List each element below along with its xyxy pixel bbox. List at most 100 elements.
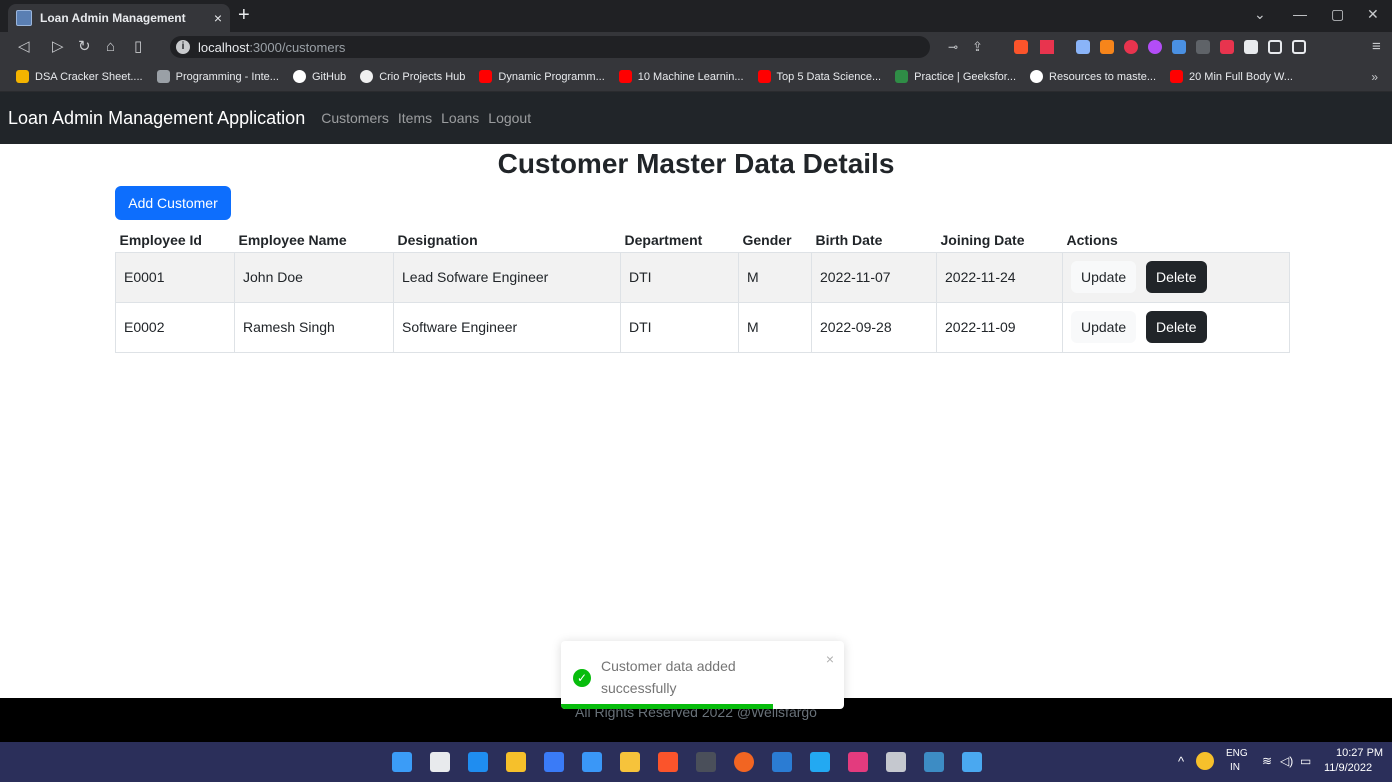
menu-icon[interactable]: ≡ [1372,38,1381,56]
key-icon[interactable]: ⊸ [948,38,958,56]
home-icon[interactable]: ⌂ [106,38,115,56]
brave-browser-icon[interactable] [658,752,678,772]
cell-department: DTI [620,301,739,353]
file-explorer-icon[interactable] [620,752,640,772]
reload-icon[interactable]: ↻ [78,38,91,56]
wifi-icon[interactable]: ≋ [1262,754,1272,768]
brave-rewards-icon[interactable] [1040,40,1054,54]
cell-gender: M [738,301,812,353]
bookmark-item[interactable]: 20 Min Full Body W... [1170,70,1293,83]
back-icon[interactable]: ◁ [18,38,30,56]
forward-icon[interactable]: ▷ [52,38,64,56]
bookmark-item[interactable]: Dynamic Programm... [479,70,605,83]
notepad-icon[interactable] [886,752,906,772]
language-top[interactable]: ENG [1226,748,1248,759]
bookmark-item[interactable]: Crio Projects Hub [360,70,465,83]
toast-progress-bar [561,704,774,709]
extension-audio-icon[interactable] [1172,40,1186,54]
bookmark-item[interactable]: Practice | Geeksfor... [895,70,1016,83]
tab-close-icon[interactable]: × [214,10,222,26]
snipping-icon[interactable] [924,752,944,772]
column-header: Joining Date [936,228,1063,253]
column-header: Department [620,228,739,253]
sidebar-icon[interactable] [1268,40,1282,54]
table-header-row: Employee Id Employee Name Designation De… [115,228,1290,253]
cell-employee-name: John Doe [234,251,394,303]
bookmark-item[interactable]: 10 Machine Learnin... [618,70,744,83]
success-check-icon: ✓ [573,669,591,687]
vscode-icon[interactable] [810,752,830,772]
cell-gender: M [738,251,812,303]
metamask-icon[interactable] [1100,40,1114,54]
success-toast[interactable]: ✓ Customer data added successfully × [561,641,844,709]
extension-copy-icon[interactable] [1196,40,1210,54]
site-info-icon[interactable]: i [176,40,190,54]
bookmark-item[interactable]: Programming - Inte... [156,70,279,83]
clock-date[interactable]: 11/9/2022 [1324,762,1372,774]
url-host: localhost [198,39,250,55]
bookmark-item[interactable]: Resources to maste... [1030,70,1156,83]
extension-camera-icon[interactable] [1076,40,1090,54]
extensions-puzzle-icon[interactable] [1244,40,1258,54]
browser-tab-bar: Loan Admin Management × + ⌄ — ▢ ✕ [0,0,1392,32]
extension-purple-icon[interactable] [1148,40,1162,54]
toast-message: Customer data added successfully [601,658,736,696]
battery-icon[interactable]: ▭ [1300,754,1311,768]
youtube-icon [1170,70,1184,83]
nav-logout[interactable]: Logout [488,110,531,126]
bookmarks-more-icon[interactable]: » [1371,70,1378,84]
youtube-icon [618,70,632,83]
start-icon[interactable] [392,752,412,772]
sticky-notes-icon[interactable] [506,752,526,772]
bookmark-item[interactable]: DSA Cracker Sheet.... [16,70,143,83]
browser-tab[interactable]: Loan Admin Management × [8,4,230,32]
intellij-icon[interactable] [848,752,868,772]
photos-icon[interactable] [962,752,982,772]
share-icon[interactable]: ⇪ [972,38,983,56]
cell-department: DTI [620,251,739,303]
youtube-icon [757,70,771,83]
postman-icon[interactable] [734,752,754,772]
task-view-icon[interactable] [430,752,450,772]
wallet-icon[interactable] [1292,40,1306,54]
add-customer-button[interactable]: Add Customer [115,186,231,220]
nav-loans[interactable]: Loans [441,110,479,126]
tab-search-icon[interactable]: ⌄ [1254,6,1266,23]
todo-icon[interactable] [544,752,564,772]
clock-time[interactable]: 10:27 PM [1336,747,1383,759]
window-close-icon[interactable]: ✕ [1367,6,1379,23]
nav-items[interactable]: Items [398,110,432,126]
volume-icon[interactable]: ◁) [1280,754,1293,768]
word-icon[interactable] [772,752,792,772]
restore-icon[interactable]: ▢ [1331,6,1344,23]
delete-button[interactable]: Delete [1146,261,1207,293]
tab-favicon-icon [16,10,32,26]
geeksforgeeks-icon [895,70,909,83]
delete-button[interactable]: Delete [1146,311,1207,343]
update-button[interactable]: Update [1071,261,1137,293]
column-header: Birth Date [811,228,937,253]
minimize-icon[interactable]: — [1293,6,1307,22]
extension-red-icon[interactable] [1124,40,1138,54]
weather-icon[interactable] [1196,752,1214,770]
bookmark-item[interactable]: GitHub [292,70,346,83]
language-bottom[interactable]: IN [1230,762,1240,773]
taskbar-app-icon[interactable] [468,752,488,772]
brave-shield-icon[interactable] [1014,40,1028,54]
taskbar-app-icon[interactable] [582,752,602,772]
nav-customers[interactable]: Customers [321,110,389,126]
new-tab-icon[interactable]: + [238,4,250,26]
tab-title: Loan Admin Management [40,11,186,25]
update-button[interactable]: Update [1071,311,1137,343]
terminal-icon[interactable] [696,752,716,772]
bookmark-item[interactable]: Top 5 Data Science... [757,70,881,83]
medium-icon [1030,70,1044,83]
youtube-icon [479,70,493,83]
toast-close-icon[interactable]: × [826,651,834,667]
navbar-brand[interactable]: Loan Admin Management Application [8,108,305,129]
extension-shield-icon[interactable] [1220,40,1234,54]
cell-actions: Update Delete [1062,301,1290,353]
bookmark-icon[interactable]: ▯ [134,38,142,56]
tray-chevron-icon[interactable]: ^ [1178,754,1184,769]
address-bar[interactable]: i localhost :3000/customers [170,36,930,58]
